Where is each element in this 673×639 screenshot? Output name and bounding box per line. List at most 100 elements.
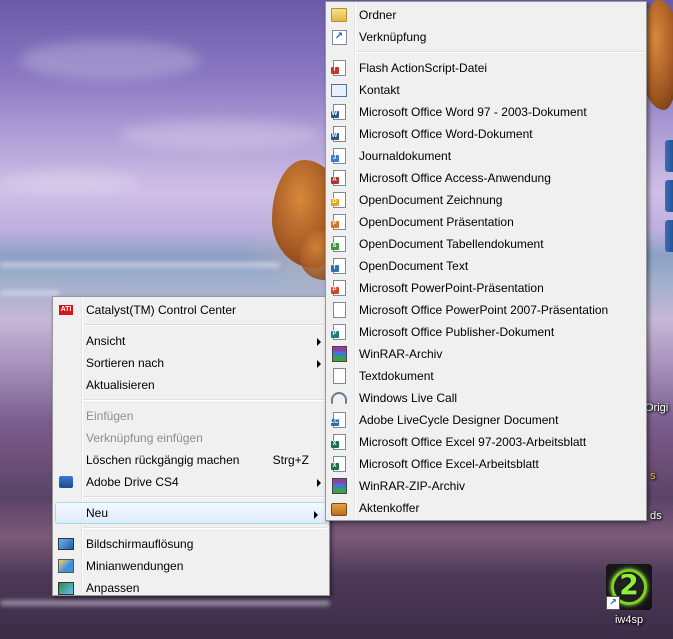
new-item-opendocument-tabellendokument[interactable]: S OpenDocument Tabellendokument xyxy=(326,233,646,255)
personalize-icon xyxy=(58,580,74,596)
menu-item-label: WinRAR-Archiv xyxy=(359,347,443,361)
new-item-microsoft-office-excel-97-2003-arbeitsblatt[interactable]: X Microsoft Office Excel 97-2003-Arbeitsb… xyxy=(326,431,646,453)
menu-item-label: Ansicht xyxy=(86,334,126,348)
desktop-context-menu: ATI Catalyst(TM) Control Center Ansicht … xyxy=(52,296,330,596)
cloud xyxy=(20,40,200,80)
menu-item-label: Catalyst(TM) Control Center xyxy=(86,303,237,317)
new-item-adobe-livecycle-designer-document[interactable]: LC Adobe LiveCycle Designer Document xyxy=(326,409,646,431)
adobe-drive-icon xyxy=(58,474,74,490)
wave-foam xyxy=(0,290,60,296)
new-item-winrar-zip-archiv[interactable]: WinRAR-ZIP-Archiv xyxy=(326,475,646,497)
menu-item-label: Löschen rückgängig machen xyxy=(86,453,240,467)
menu-item-refresh[interactable]: Aktualisieren xyxy=(53,374,329,396)
menu-separator xyxy=(83,527,327,529)
menu-item-label: Verknüpfung xyxy=(359,30,427,44)
new-item-microsoft-office-powerpoint-2007-pr-sentation[interactable]: Microsoft Office PowerPoint 2007-Präsent… xyxy=(326,299,646,321)
odt-icon: T xyxy=(330,258,347,274)
menu-item-label: Kontakt xyxy=(359,83,400,97)
shortcut-arrow-icon: ↗ xyxy=(606,596,620,610)
menu-item-new[interactable]: Neu xyxy=(55,502,327,524)
flash-file-icon: f xyxy=(330,60,347,76)
desktop-icon-label: iw4sp xyxy=(614,614,644,626)
submenu-arrow-icon xyxy=(317,338,321,346)
desktop-edge-text: ds xyxy=(650,510,662,522)
new-item-verkn-pfung[interactable]: ↗ Verknüpfung xyxy=(326,26,646,48)
new-item-microsoft-office-word-97-2003-dokument[interactable]: W Microsoft Office Word 97 - 2003-Dokumen… xyxy=(326,101,646,123)
new-item-textdokument[interactable]: Textdokument xyxy=(326,365,646,387)
menu-item-sort-by[interactable]: Sortieren nach xyxy=(53,352,329,374)
sidebar-gadget[interactable] xyxy=(665,180,673,212)
menu-item-label: Bildschirmauflösung xyxy=(86,537,194,551)
menu-item-label: Microsoft Office Word-Dokument xyxy=(359,127,533,141)
shortcut-icon: ↗ xyxy=(331,29,347,45)
journal-icon: J xyxy=(330,148,347,164)
menu-item-label: Microsoft PowerPoint-Präsentation xyxy=(359,281,544,295)
sidebar-gadget[interactable] xyxy=(665,220,673,252)
menu-item-label: Einfügen xyxy=(86,409,134,423)
menu-item-gadgets[interactable]: Minianwendungen xyxy=(53,555,329,577)
menu-item-label: Aktenkoffer xyxy=(359,501,420,515)
excel-xlsx-icon: X xyxy=(330,456,347,472)
menu-item-personalize[interactable]: Anpassen xyxy=(53,577,329,599)
new-item-kontakt[interactable]: Kontakt xyxy=(326,79,646,101)
access-icon: A xyxy=(330,170,347,186)
iw4sp-icon: 2 ↗ xyxy=(606,564,652,610)
new-item-opendocument-pr-sentation[interactable]: P OpenDocument Präsentation xyxy=(326,211,646,233)
sidebar-gadget[interactable] xyxy=(665,140,673,172)
new-item-microsoft-office-access-anwendung[interactable]: A Microsoft Office Access-Anwendung xyxy=(326,167,646,189)
desktop-edge-text: Origi xyxy=(645,402,669,414)
new-item-microsoft-powerpoint-pr-sentation[interactable]: P Microsoft PowerPoint-Präsentation xyxy=(326,277,646,299)
new-item-aktenkoffer[interactable]: Aktenkoffer xyxy=(326,497,646,519)
menu-separator xyxy=(83,324,327,326)
menu-item-label: Verknüpfung einfügen xyxy=(86,431,203,445)
winrar-icon xyxy=(331,346,347,362)
gadgets-icon xyxy=(58,558,74,574)
new-item-windows-live-call[interactable]: Windows Live Call xyxy=(326,387,646,409)
menu-item-paste: Einfügen xyxy=(53,405,329,427)
menu-item-label: Microsoft Office Word 97 - 2003-Dokument xyxy=(359,105,587,119)
submenu-arrow-icon xyxy=(317,360,321,368)
new-item-opendocument-text[interactable]: T OpenDocument Text xyxy=(326,255,646,277)
menu-item-screen-resolution[interactable]: Bildschirmauflösung xyxy=(53,533,329,555)
menu-item-view[interactable]: Ansicht xyxy=(53,330,329,352)
desktop-shortcut-iw4sp[interactable]: 2 ↗ iw4sp xyxy=(603,564,655,626)
new-item-microsoft-office-publisher-dokument[interactable]: P Microsoft Office Publisher-Dokument xyxy=(326,321,646,343)
menu-item-label: OpenDocument Präsentation xyxy=(359,215,514,229)
menu-item-label: Anpassen xyxy=(86,581,140,595)
live-call-icon xyxy=(331,390,347,406)
menu-item-label: Minianwendungen xyxy=(86,559,184,573)
new-item-opendocument-zeichnung[interactable]: D OpenDocument Zeichnung xyxy=(326,189,646,211)
cloud xyxy=(120,120,320,150)
menu-item-label: Aktualisieren xyxy=(86,378,155,392)
new-item-ordner[interactable]: Ordner xyxy=(326,4,646,26)
new-item-microsoft-office-word-dokument[interactable]: W Microsoft Office Word-Dokument xyxy=(326,123,646,145)
menu-item-label: Microsoft Office Publisher-Dokument xyxy=(359,325,555,339)
briefcase-icon xyxy=(331,500,347,516)
new-item-journaldokument[interactable]: J Journaldokument xyxy=(326,145,646,167)
menu-item-catalyst[interactable]: ATI Catalyst(TM) Control Center xyxy=(53,299,329,321)
menu-separator xyxy=(356,51,644,53)
submenu-arrow-icon xyxy=(317,479,321,487)
wave-foam xyxy=(0,262,280,268)
menu-item-label: Textdokument xyxy=(359,369,434,383)
text-file-icon xyxy=(331,368,347,384)
keyboard-shortcut: Strg+Z xyxy=(272,453,309,467)
contact-icon xyxy=(331,82,347,98)
new-item-microsoft-office-excel-arbeitsblatt[interactable]: X Microsoft Office Excel-Arbeitsblatt xyxy=(326,453,646,475)
new-item-flash-actionscript-datei[interactable]: f Flash ActionScript-Datei xyxy=(326,57,646,79)
publisher-icon: P xyxy=(330,324,347,340)
menu-item-undo-delete[interactable]: Löschen rückgängig machen Strg+Z xyxy=(53,449,329,471)
powerpoint-icon: P xyxy=(330,280,347,296)
menu-item-label: Sortieren nach xyxy=(86,356,165,370)
menu-item-label: Windows Live Call xyxy=(359,391,458,405)
cloud xyxy=(0,170,140,192)
menu-item-label: Microsoft Office PowerPoint 2007-Präsent… xyxy=(359,303,609,317)
odg-icon: D xyxy=(330,192,347,208)
new-item-winrar-archiv[interactable]: WinRAR-Archiv xyxy=(326,343,646,365)
menu-item-label: Microsoft Office Excel-Arbeitsblatt xyxy=(359,457,539,471)
menu-item-label: WinRAR-ZIP-Archiv xyxy=(359,479,466,493)
menu-item-adobe-drive[interactable]: Adobe Drive CS4 xyxy=(53,471,329,493)
submenu-arrow-icon xyxy=(314,511,318,519)
menu-item-label: OpenDocument Text xyxy=(359,259,469,273)
ods-icon: S xyxy=(330,236,347,252)
